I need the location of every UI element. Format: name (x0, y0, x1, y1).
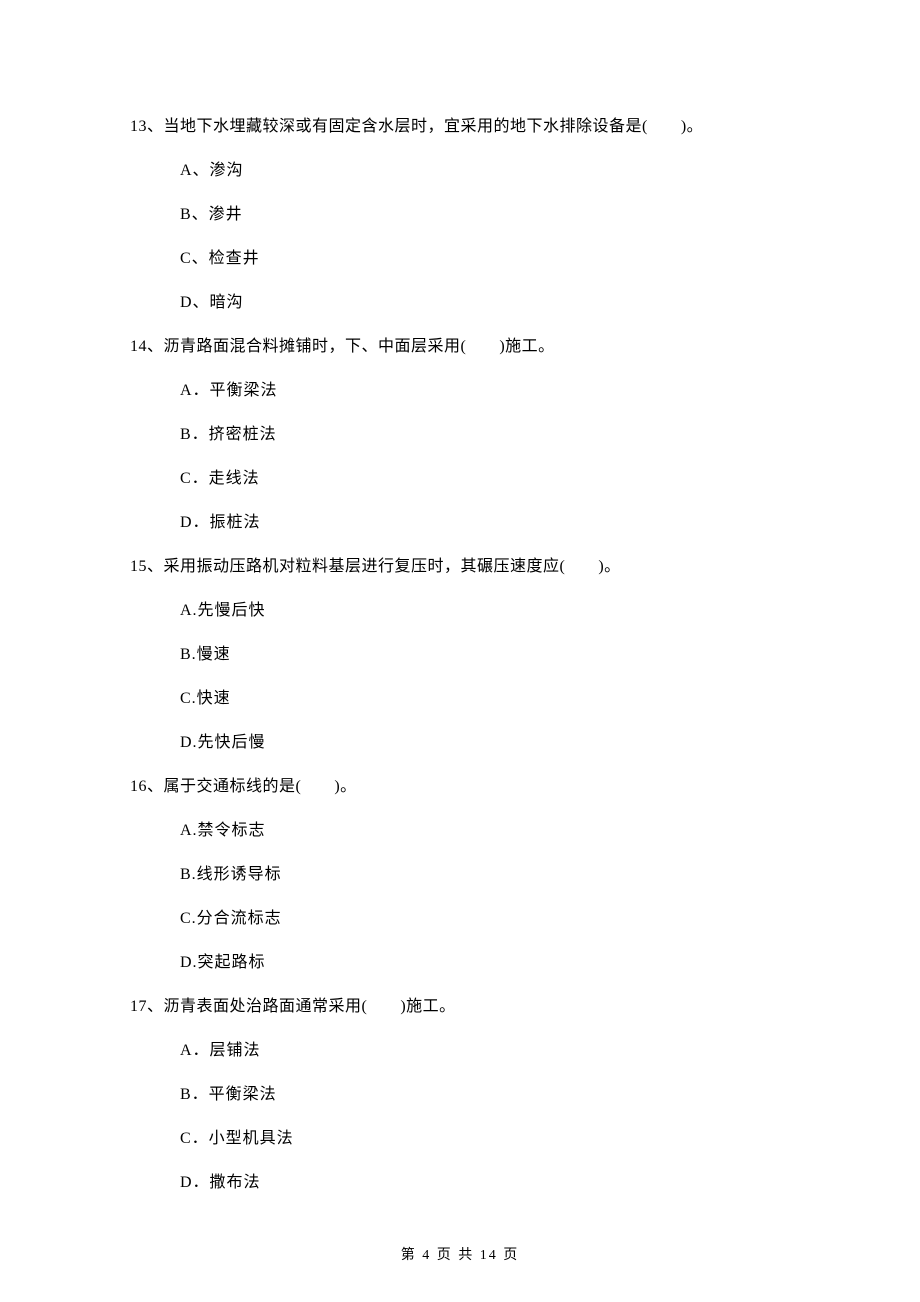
question-body: 沥青路面混合料摊铺时，下、中面层采用( )施工。 (164, 338, 555, 355)
option-c: C.分合流标志 (180, 907, 790, 931)
option-d: D、暗沟 (180, 291, 790, 315)
question-body: 采用振动压路机对粒料基层进行复压时，其碾压速度应( )。 (164, 558, 621, 575)
option-a: A、渗沟 (180, 159, 790, 183)
question-number: 13、 (130, 118, 164, 135)
option-d: D.先快后慢 (180, 731, 790, 755)
options-list: A．平衡梁法 B．挤密桩法 C．走线法 D．振桩法 (130, 379, 790, 535)
options-list: A.先慢后快 B.慢速 C.快速 D.先快后慢 (130, 599, 790, 755)
question-number: 16、 (130, 778, 164, 795)
option-c: C、检查井 (180, 247, 790, 271)
question-13: 13、当地下水埋藏较深或有固定含水层时，宜采用的地下水排除设备是( )。 A、渗… (130, 115, 790, 315)
option-d: D．振桩法 (180, 511, 790, 535)
question-17: 17、沥青表面处治路面通常采用( )施工。 A．层铺法 B．平衡梁法 C．小型机… (130, 995, 790, 1195)
question-body: 属于交通标线的是( )。 (164, 778, 357, 795)
question-number: 15、 (130, 558, 164, 575)
question-text: 14、沥青路面混合料摊铺时，下、中面层采用( )施工。 (130, 335, 790, 359)
question-16: 16、属于交通标线的是( )。 A.禁令标志 B.线形诱导标 C.分合流标志 D… (130, 775, 790, 975)
option-b: B．平衡梁法 (180, 1083, 790, 1107)
page-footer: 第 4 页 共 14 页 (0, 1244, 920, 1264)
option-c: C．走线法 (180, 467, 790, 491)
question-body: 沥青表面处治路面通常采用( )施工。 (164, 998, 456, 1015)
option-a: A．平衡梁法 (180, 379, 790, 403)
option-b: B、渗井 (180, 203, 790, 227)
option-d: D．撒布法 (180, 1171, 790, 1195)
question-text: 15、采用振动压路机对粒料基层进行复压时，其碾压速度应( )。 (130, 555, 790, 579)
option-b: B.慢速 (180, 643, 790, 667)
question-15: 15、采用振动压路机对粒料基层进行复压时，其碾压速度应( )。 A.先慢后快 B… (130, 555, 790, 755)
question-14: 14、沥青路面混合料摊铺时，下、中面层采用( )施工。 A．平衡梁法 B．挤密桩… (130, 335, 790, 535)
question-body: 当地下水埋藏较深或有固定含水层时，宜采用的地下水排除设备是( )。 (164, 118, 704, 135)
option-a: A.禁令标志 (180, 819, 790, 843)
options-list: A．层铺法 B．平衡梁法 C．小型机具法 D．撒布法 (130, 1039, 790, 1195)
question-text: 13、当地下水埋藏较深或有固定含水层时，宜采用的地下水排除设备是( )。 (130, 115, 790, 139)
option-d: D.突起路标 (180, 951, 790, 975)
page-content: 13、当地下水埋藏较深或有固定含水层时，宜采用的地下水排除设备是( )。 A、渗… (0, 0, 920, 1195)
options-list: A、渗沟 B、渗井 C、检查井 D、暗沟 (130, 159, 790, 315)
question-number: 17、 (130, 998, 164, 1015)
option-c: C．小型机具法 (180, 1127, 790, 1151)
option-c: C.快速 (180, 687, 790, 711)
option-b: B.线形诱导标 (180, 863, 790, 887)
options-list: A.禁令标志 B.线形诱导标 C.分合流标志 D.突起路标 (130, 819, 790, 975)
question-text: 16、属于交通标线的是( )。 (130, 775, 790, 799)
question-text: 17、沥青表面处治路面通常采用( )施工。 (130, 995, 790, 1019)
option-a: A.先慢后快 (180, 599, 790, 623)
question-number: 14、 (130, 338, 164, 355)
option-b: B．挤密桩法 (180, 423, 790, 447)
option-a: A．层铺法 (180, 1039, 790, 1063)
